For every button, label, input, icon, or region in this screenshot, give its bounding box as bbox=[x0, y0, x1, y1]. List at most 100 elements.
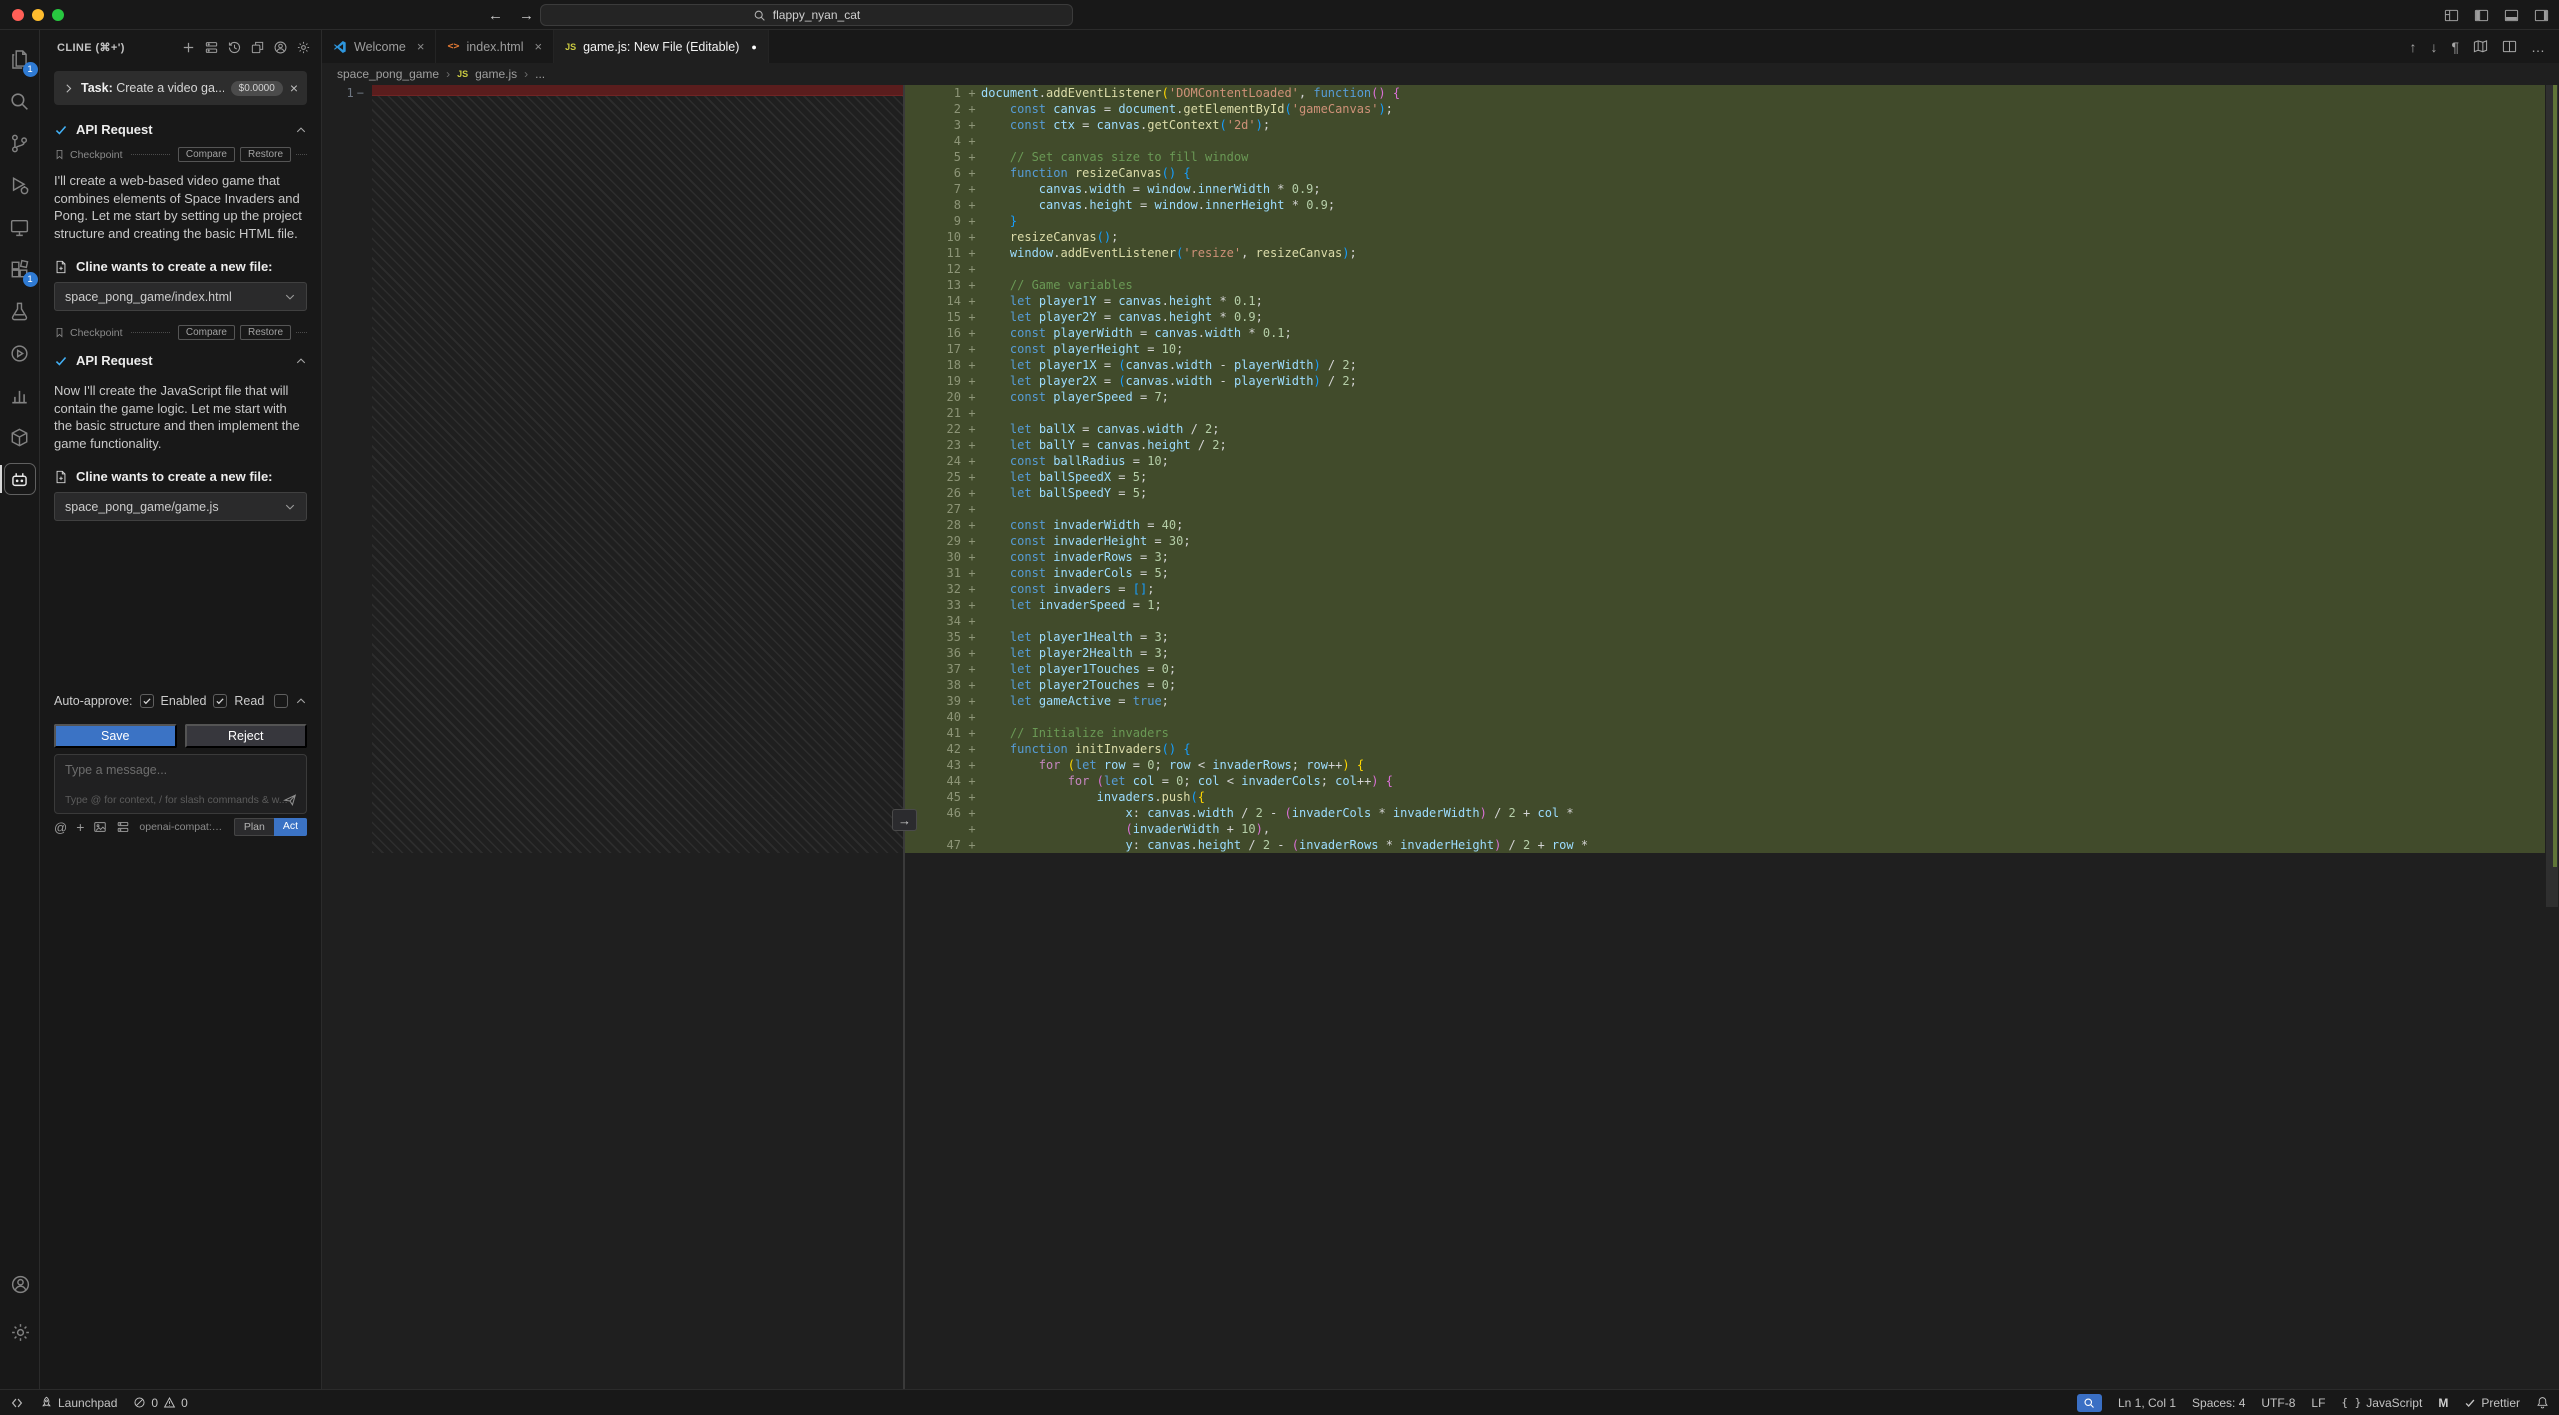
file-card-index-html[interactable]: space_pong_game/index.html bbox=[54, 282, 307, 311]
diff-revert-arrow-button[interactable]: → bbox=[892, 809, 917, 831]
code-line[interactable]: 24+ const ballRadius = 10; bbox=[905, 453, 2545, 469]
chevron-up-icon[interactable] bbox=[295, 124, 307, 136]
mcp-servers-icon[interactable] bbox=[204, 40, 219, 55]
code-line[interactable]: 38+ let player2Touches = 0; bbox=[905, 677, 2545, 693]
launchpad-item[interactable]: Launchpad bbox=[40, 1396, 117, 1410]
code-line[interactable]: 11+ window.addEventListener('resize', re… bbox=[905, 245, 2545, 261]
history-icon[interactable] bbox=[227, 40, 242, 55]
restore-button[interactable]: Restore bbox=[240, 325, 291, 340]
breadcrumb-symbol[interactable]: ... bbox=[535, 67, 545, 81]
activity-cline[interactable] bbox=[0, 458, 40, 500]
code-line[interactable]: 33+ let invaderSpeed = 1; bbox=[905, 597, 2545, 613]
eol-item[interactable]: LF bbox=[2311, 1396, 2325, 1410]
remote-indicator[interactable] bbox=[10, 1396, 24, 1410]
task-card[interactable]: Task: Create a video ga... $0.0000 × bbox=[54, 71, 307, 105]
problems-item[interactable]: 0 0 bbox=[133, 1396, 187, 1410]
command-center[interactable]: flappy_nyan_cat bbox=[540, 4, 1073, 26]
activity-run-debug[interactable] bbox=[0, 164, 40, 206]
code-line[interactable]: 25+ let ballSpeedX = 5; bbox=[905, 469, 2545, 485]
code-line[interactable]: 37+ let player1Touches = 0; bbox=[905, 661, 2545, 677]
auto-approve-row[interactable]: Auto-approve: Enabled Read bbox=[40, 688, 321, 714]
diff-modified-pane[interactable]: 1+document.addEventListener('DOMContentL… bbox=[905, 85, 2559, 1389]
manage-button[interactable] bbox=[0, 1311, 40, 1353]
chevron-up-icon[interactable] bbox=[295, 695, 307, 707]
chevron-right-icon[interactable] bbox=[63, 83, 74, 94]
code-line[interactable]: 12+ bbox=[905, 261, 2545, 277]
mcp-icon[interactable] bbox=[116, 820, 130, 834]
toggle-primary-sidebar-icon[interactable] bbox=[2474, 8, 2489, 23]
tab-welcome[interactable]: Welcome × bbox=[322, 30, 436, 63]
code-line[interactable]: 13+ // Game variables bbox=[905, 277, 2545, 293]
code-line[interactable]: 22+ let ballX = canvas.width / 2; bbox=[905, 421, 2545, 437]
notifications-bell-icon[interactable] bbox=[2536, 1396, 2549, 1409]
code-line[interactable]: 6+ function resizeCanvas() { bbox=[905, 165, 2545, 181]
activity-graph-extension[interactable] bbox=[0, 374, 40, 416]
activity-extensions[interactable]: 1 bbox=[0, 248, 40, 290]
tab-index-html[interactable]: <> index.html × bbox=[436, 30, 554, 63]
activity-search[interactable] bbox=[0, 80, 40, 122]
previous-change-icon[interactable]: ↑ bbox=[2409, 39, 2416, 55]
enabled-checkbox[interactable] bbox=[140, 694, 154, 708]
code-line[interactable]: 2+ const canvas = document.getElementByI… bbox=[905, 101, 2545, 117]
empty-checkbox[interactable] bbox=[274, 694, 288, 708]
toggle-panel-icon[interactable] bbox=[2504, 8, 2519, 23]
whitespace-icon[interactable]: ¶ bbox=[2451, 39, 2459, 55]
send-icon[interactable] bbox=[283, 793, 297, 807]
api-request-header[interactable]: API Request bbox=[40, 111, 321, 143]
next-change-icon[interactable]: ↓ bbox=[2430, 39, 2437, 55]
activity-testing[interactable] bbox=[0, 290, 40, 332]
code-line[interactable]: 10+ resizeCanvas(); bbox=[905, 229, 2545, 245]
new-task-icon[interactable] bbox=[181, 40, 196, 55]
code-line[interactable]: 21+ bbox=[905, 405, 2545, 421]
restore-button[interactable]: Restore bbox=[240, 147, 291, 162]
close-window-button[interactable] bbox=[12, 9, 24, 21]
code-line[interactable]: 3+ const ctx = canvas.getContext('2d'); bbox=[905, 117, 2545, 133]
code-line[interactable]: 17+ const playerHeight = 10; bbox=[905, 341, 2545, 357]
code-line[interactable]: 19+ let player2X = (canvas.width - playe… bbox=[905, 373, 2545, 389]
code-line[interactable]: + (invaderWidth + 10), bbox=[905, 821, 2545, 837]
m-extension-item[interactable]: M bbox=[2438, 1396, 2448, 1410]
settings-icon[interactable] bbox=[296, 40, 311, 55]
modified-dot-icon[interactable]: ● bbox=[751, 42, 756, 52]
maximize-window-button[interactable] bbox=[52, 9, 64, 21]
image-icon[interactable] bbox=[93, 820, 107, 834]
read-checkbox[interactable] bbox=[213, 694, 227, 708]
code-line[interactable]: 39+ let gameActive = true; bbox=[905, 693, 2545, 709]
code-line[interactable]: 28+ const invaderWidth = 40; bbox=[905, 517, 2545, 533]
reject-button[interactable]: Reject bbox=[185, 724, 308, 748]
breadcrumb-folder[interactable]: space_pong_game bbox=[337, 67, 439, 81]
add-context-icon[interactable]: + bbox=[76, 819, 84, 835]
diff-added-lines[interactable]: 1+document.addEventListener('DOMContentL… bbox=[905, 85, 2545, 853]
chevron-down-icon[interactable] bbox=[284, 291, 296, 303]
chevron-down-icon[interactable] bbox=[284, 501, 296, 513]
code-line[interactable]: 4+ bbox=[905, 133, 2545, 149]
plan-toggle-button[interactable]: Plan bbox=[234, 818, 274, 836]
code-line[interactable]: 34+ bbox=[905, 613, 2545, 629]
zoom-indicator[interactable] bbox=[2077, 1394, 2102, 1412]
customize-layout-icon[interactable] bbox=[2444, 8, 2459, 23]
back-button[interactable]: ← bbox=[488, 7, 503, 24]
code-line[interactable]: 46+ x: canvas.width / 2 - (invaderCols *… bbox=[905, 805, 2545, 821]
code-line[interactable]: 5+ // Set canvas size to fill window bbox=[905, 149, 2545, 165]
activity-explorer[interactable]: 1 bbox=[0, 38, 40, 80]
file-card-game-js[interactable]: space_pong_game/game.js bbox=[54, 492, 307, 521]
code-line[interactable]: 47+ y: canvas.height / 2 - (invaderRows … bbox=[905, 837, 2545, 853]
forward-button[interactable]: → bbox=[519, 7, 534, 24]
code-line[interactable]: 41+ // Initialize invaders bbox=[905, 725, 2545, 741]
message-input[interactable]: Type a message... Type @ for context, / … bbox=[54, 754, 307, 814]
act-toggle-button[interactable]: Act bbox=[274, 818, 307, 836]
activity-remote-explorer[interactable] bbox=[0, 206, 40, 248]
code-line[interactable]: 9+ } bbox=[905, 213, 2545, 229]
formatter-item[interactable]: Prettier bbox=[2464, 1396, 2520, 1410]
code-line[interactable]: 20+ const playerSpeed = 7; bbox=[905, 389, 2545, 405]
breadcrumb-file[interactable]: game.js bbox=[475, 67, 517, 81]
code-line[interactable]: 43+ for (let row = 0; row < invaderRows;… bbox=[905, 757, 2545, 773]
accounts-button[interactable] bbox=[0, 1263, 40, 1305]
indentation-item[interactable]: Spaces: 4 bbox=[2192, 1396, 2245, 1410]
code-line[interactable]: 26+ let ballSpeedY = 5; bbox=[905, 485, 2545, 501]
open-in-editor-icon[interactable] bbox=[250, 40, 265, 55]
encoding-item[interactable]: UTF-8 bbox=[2261, 1396, 2295, 1410]
chevron-up-icon[interactable] bbox=[295, 355, 307, 367]
code-line[interactable]: 29+ const invaderHeight = 30; bbox=[905, 533, 2545, 549]
minimize-window-button[interactable] bbox=[32, 9, 44, 21]
